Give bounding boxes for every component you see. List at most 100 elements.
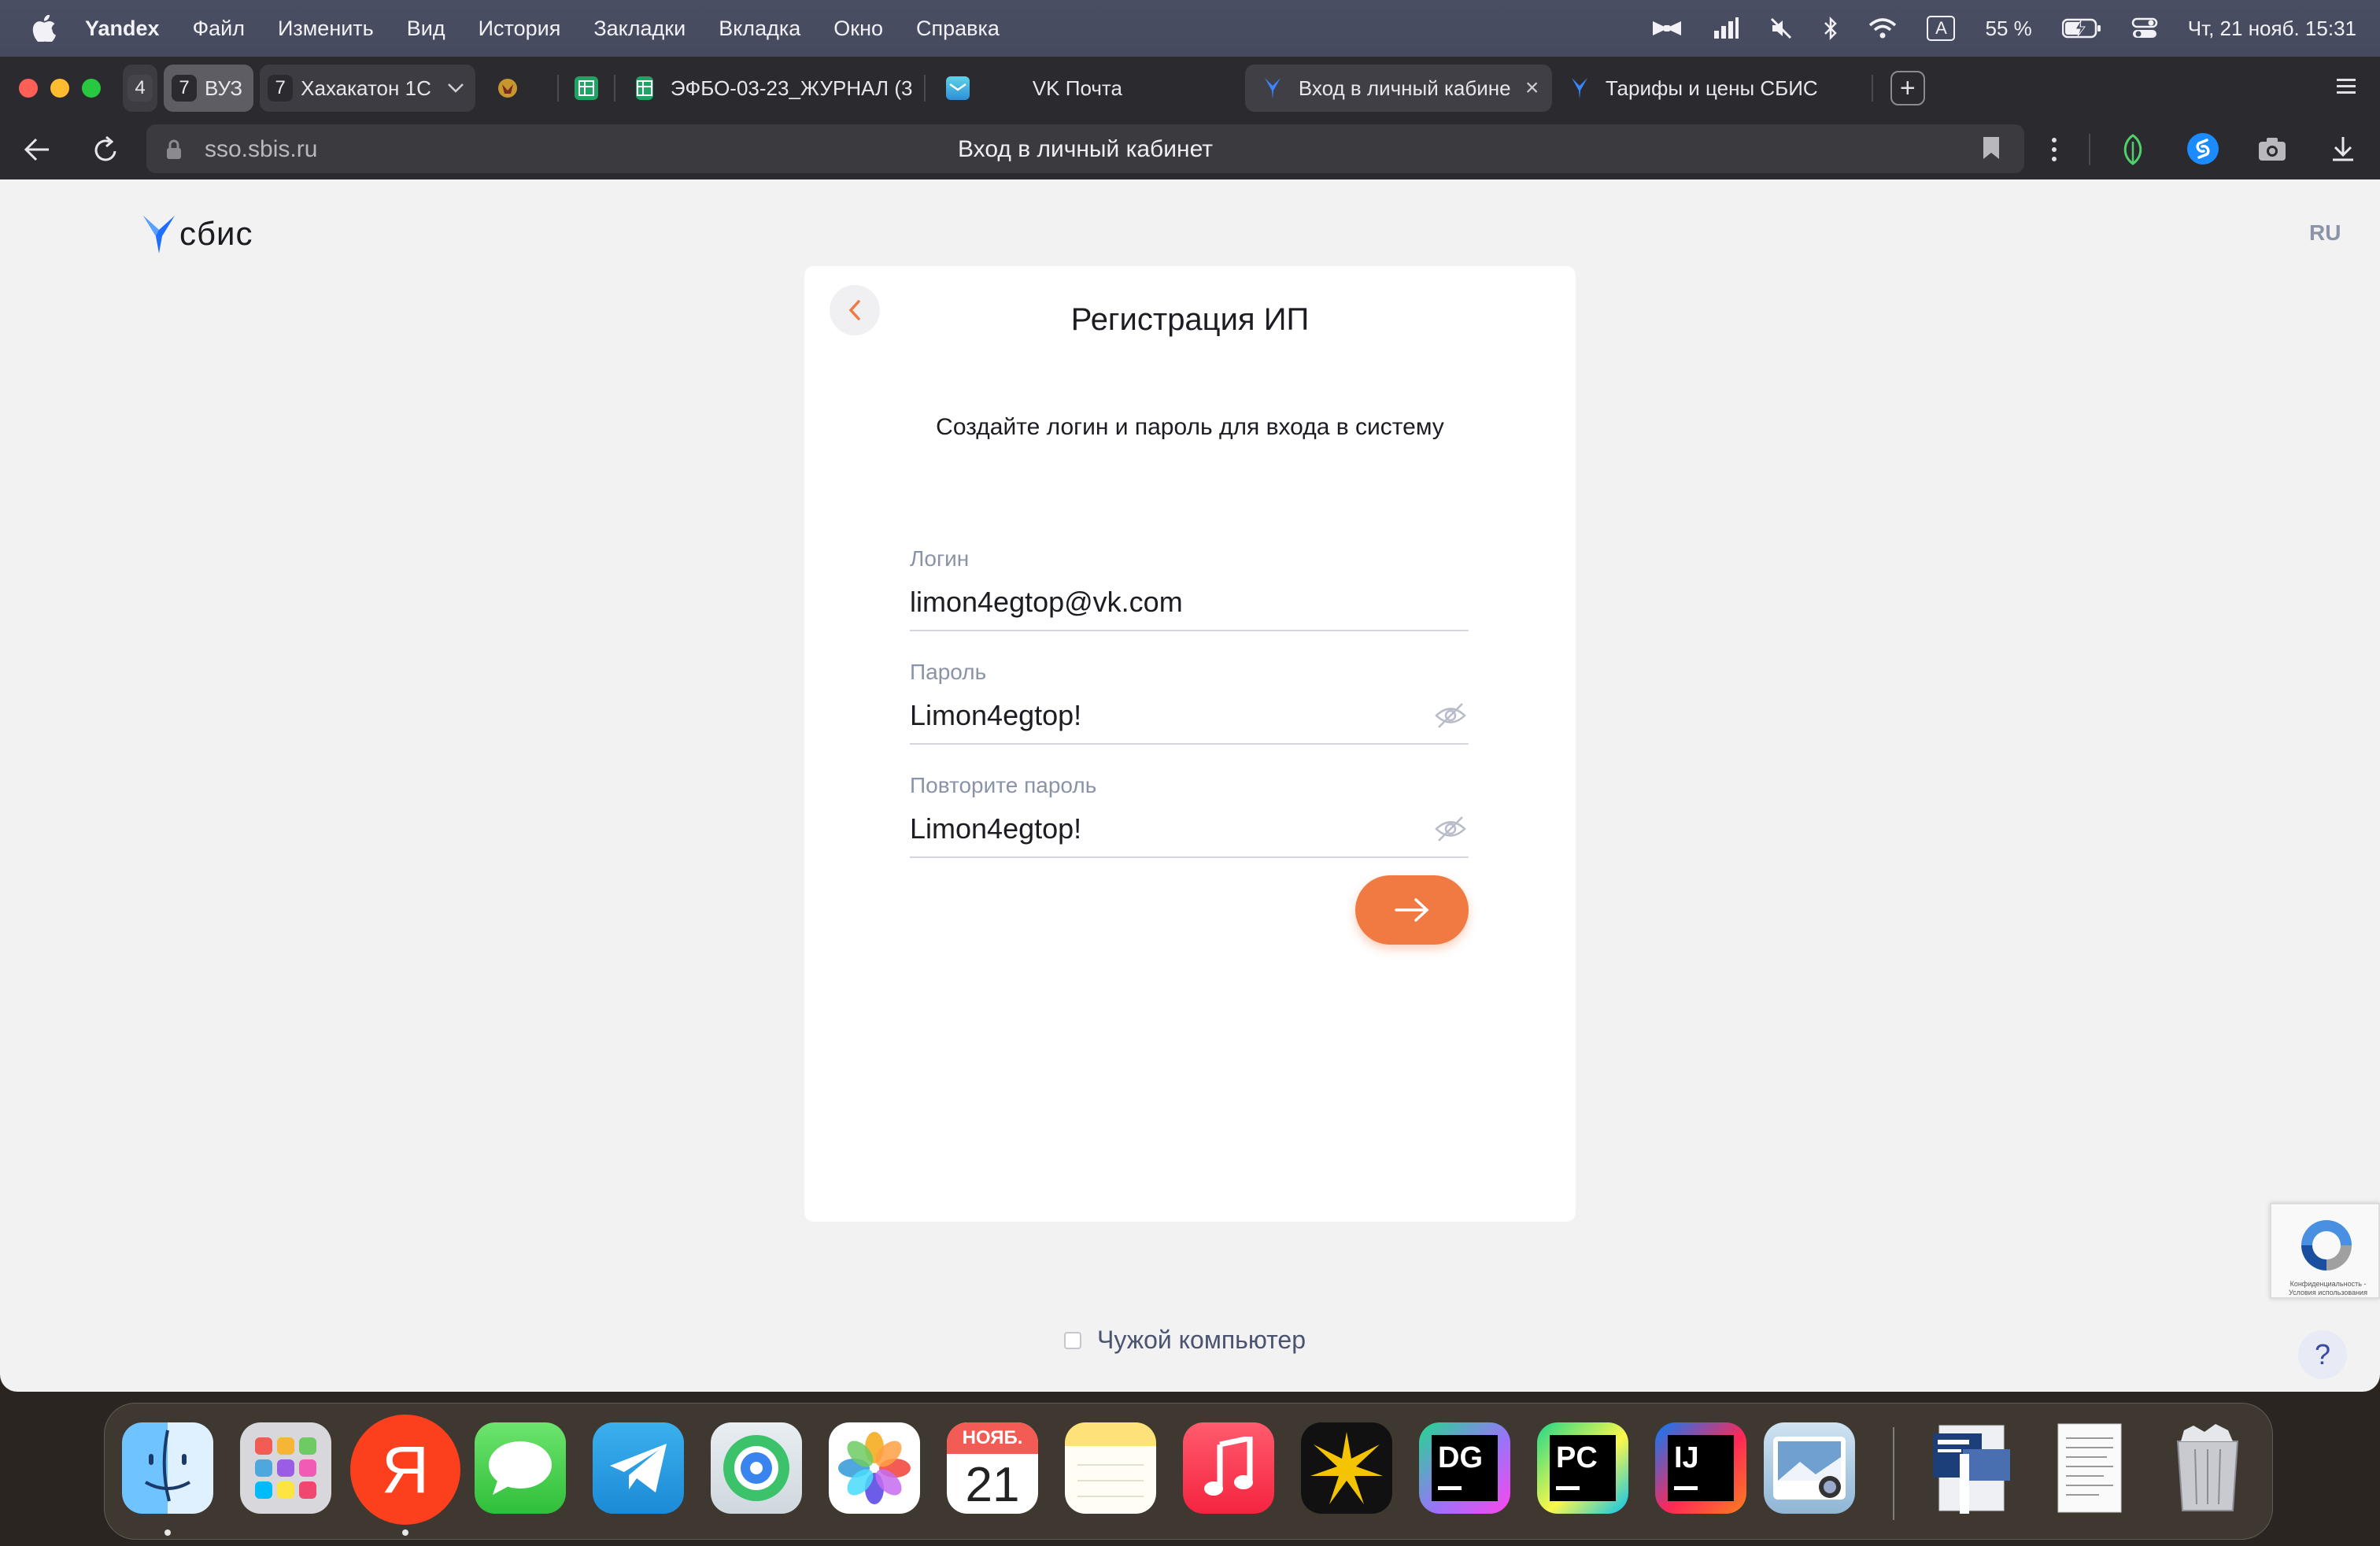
tab-group-vuz[interactable]: 7 ВУЗ	[164, 65, 254, 112]
menu-edit[interactable]: Изменить	[278, 17, 374, 41]
registration-card: Регистрация ИП Создайте логин и пароль д…	[804, 266, 1576, 1222]
browser-toolbar: sso.sbis.ru Вход в личный кабинет	[0, 120, 2380, 179]
calendar-app-icon[interactable]: НОЯБ. 21	[947, 1422, 1038, 1514]
bookmark-icon[interactable]	[1982, 135, 2001, 161]
tile-underline	[1556, 1486, 1580, 1490]
tile-underline	[1674, 1486, 1698, 1490]
menu-history[interactable]: История	[479, 17, 561, 41]
photos-app-icon[interactable]	[829, 1422, 920, 1514]
recaptcha-badge[interactable]: Конфиденциальность - Условия использован…	[2270, 1203, 2380, 1299]
window-controls	[19, 79, 101, 98]
launchpad-app-icon[interactable]	[240, 1422, 331, 1514]
documents-stack-icon[interactable]	[1926, 1422, 2017, 1514]
repeat-password-input[interactable]	[910, 812, 1382, 845]
yandex-letter: Я	[381, 1432, 430, 1507]
spreadsheet-favicon-icon	[635, 76, 653, 100]
tab-group-count: 7	[268, 75, 294, 102]
back-arrow-icon[interactable]	[24, 137, 50, 162]
find-my-app-icon[interactable]	[711, 1422, 802, 1514]
close-window-button[interactable]	[19, 79, 38, 98]
datagrip-app-icon[interactable]: DG	[1419, 1422, 1510, 1514]
screenshot-camera-icon[interactable]	[2257, 135, 2287, 162]
address-bar[interactable]: sso.sbis.ru Вход в личный кабинет	[146, 124, 2024, 173]
eye-slash-icon[interactable]	[1434, 816, 1467, 842]
menu-file[interactable]: Файл	[193, 17, 245, 41]
tab-group-count: 4	[128, 75, 153, 102]
yandex-browser-app-icon[interactable]: Я	[350, 1415, 460, 1525]
tab-emblem[interactable]	[482, 65, 534, 112]
password-input[interactable]	[910, 699, 1382, 732]
burst-app-icon[interactable]	[1301, 1422, 1392, 1514]
page-subtitle: Создайте логин и пароль для входа в сист…	[936, 414, 1444, 440]
messages-app-icon[interactable]	[475, 1422, 566, 1514]
shazam-extension-icon[interactable]	[2186, 132, 2219, 165]
menu-help[interactable]: Справка	[916, 17, 1000, 41]
new-tab-button[interactable]: +	[1890, 71, 1925, 105]
minimize-window-button[interactable]	[50, 79, 69, 98]
help-button[interactable]: ?	[2298, 1330, 2347, 1379]
finder-app-icon[interactable]	[122, 1422, 213, 1514]
menu-app-name[interactable]: Yandex	[85, 17, 160, 41]
login-input[interactable]	[910, 586, 1382, 619]
telegram-app-icon[interactable]	[593, 1422, 684, 1514]
language-switcher[interactable]: RU	[2309, 220, 2341, 246]
foreign-computer-checkbox[interactable]	[1064, 1331, 1081, 1349]
recaptcha-links[interactable]: Конфиденциальность - Условия использован…	[2279, 1280, 2377, 1297]
eye-slash-icon[interactable]	[1434, 702, 1467, 729]
tab-title: Вход в личный кабине	[1298, 76, 1511, 100]
tab-group-count: 7	[172, 75, 197, 102]
menu-tab[interactable]: Вкладка	[719, 17, 800, 41]
reload-icon[interactable]	[93, 135, 120, 164]
next-button[interactable]	[1355, 875, 1469, 945]
tab-journal[interactable]: ЭФБО-03-23_ЖУРНАЛ (3	[620, 65, 919, 112]
bluetooth-icon[interactable]	[1823, 16, 1839, 41]
download-icon[interactable]	[2331, 135, 2355, 162]
pycharm-tile: PC	[1550, 1435, 1616, 1501]
menu-bookmarks[interactable]: Закладки	[593, 17, 686, 41]
battery-charging-icon[interactable]	[2061, 18, 2101, 39]
more-options-icon[interactable]	[2051, 137, 2057, 162]
tab-separator	[923, 75, 926, 102]
trash-icon[interactable]	[2162, 1422, 2253, 1514]
address-page-title: Вход в личный кабинет	[958, 136, 1213, 162]
tab-vk-mail[interactable]: VK Почта	[930, 65, 1245, 112]
intellij-app-icon[interactable]: IJ	[1655, 1422, 1746, 1514]
menu-view[interactable]: Вид	[407, 17, 445, 41]
stats-chart-icon[interactable]	[1713, 17, 1739, 40]
tab-title: VK Почта	[1032, 76, 1122, 100]
menu-window[interactable]: Окно	[833, 17, 883, 41]
pycharm-label: PC	[1556, 1441, 1598, 1474]
mute-icon[interactable]	[1769, 17, 1793, 40]
tab-tariffs[interactable]: Тарифы и цены СБИС	[1552, 65, 1867, 112]
tab-group-hackathon[interactable]: 7 Хахакатон 1С	[260, 65, 475, 112]
tab-title: ЭФБО-03-23_ЖУРНАЛ (3	[670, 76, 913, 100]
vk-mail-favicon-icon	[945, 76, 970, 100]
maximize-window-button[interactable]	[82, 79, 101, 98]
tab-group-1[interactable]: 4	[123, 65, 157, 112]
calendar-day: 21	[965, 1458, 1020, 1512]
apple-icon[interactable]	[30, 14, 58, 43]
tab-menu-icon[interactable]	[2336, 71, 2356, 102]
preview-app-icon[interactable]	[1764, 1422, 1855, 1514]
keyboard-layout-icon[interactable]: A	[1927, 16, 1956, 41]
document-file-icon[interactable]	[2044, 1422, 2135, 1514]
tab-group-label: ВУЗ	[205, 76, 243, 100]
control-center-icon[interactable]	[2131, 17, 2158, 40]
sbis-logo[interactable]: сбис	[142, 213, 253, 255]
tab-sheets-1[interactable]	[564, 65, 609, 112]
tab-login-active[interactable]: Вход в личный кабине ×	[1244, 65, 1552, 112]
password-field: Пароль	[910, 660, 1469, 745]
chevron-down-icon[interactable]	[447, 83, 464, 94]
repeat-password-label: Повторите пароль	[910, 773, 1097, 797]
bowtie-icon[interactable]	[1651, 19, 1683, 38]
music-app-icon[interactable]	[1183, 1422, 1274, 1514]
datagrip-label: DG	[1438, 1441, 1483, 1474]
notes-app-icon[interactable]	[1065, 1422, 1156, 1514]
close-tab-icon[interactable]: ×	[1525, 75, 1539, 102]
leaf-extension-icon[interactable]	[2119, 134, 2147, 165]
foreign-computer-label[interactable]: Чужой компьютер	[1097, 1326, 1306, 1355]
clock[interactable]: Чт, 21 нояб. 15:31	[2188, 17, 2356, 41]
foreign-computer-option[interactable]: Чужой компьютер	[1064, 1326, 1306, 1355]
pycharm-app-icon[interactable]: PC	[1537, 1422, 1628, 1514]
wifi-icon[interactable]	[1868, 17, 1897, 39]
